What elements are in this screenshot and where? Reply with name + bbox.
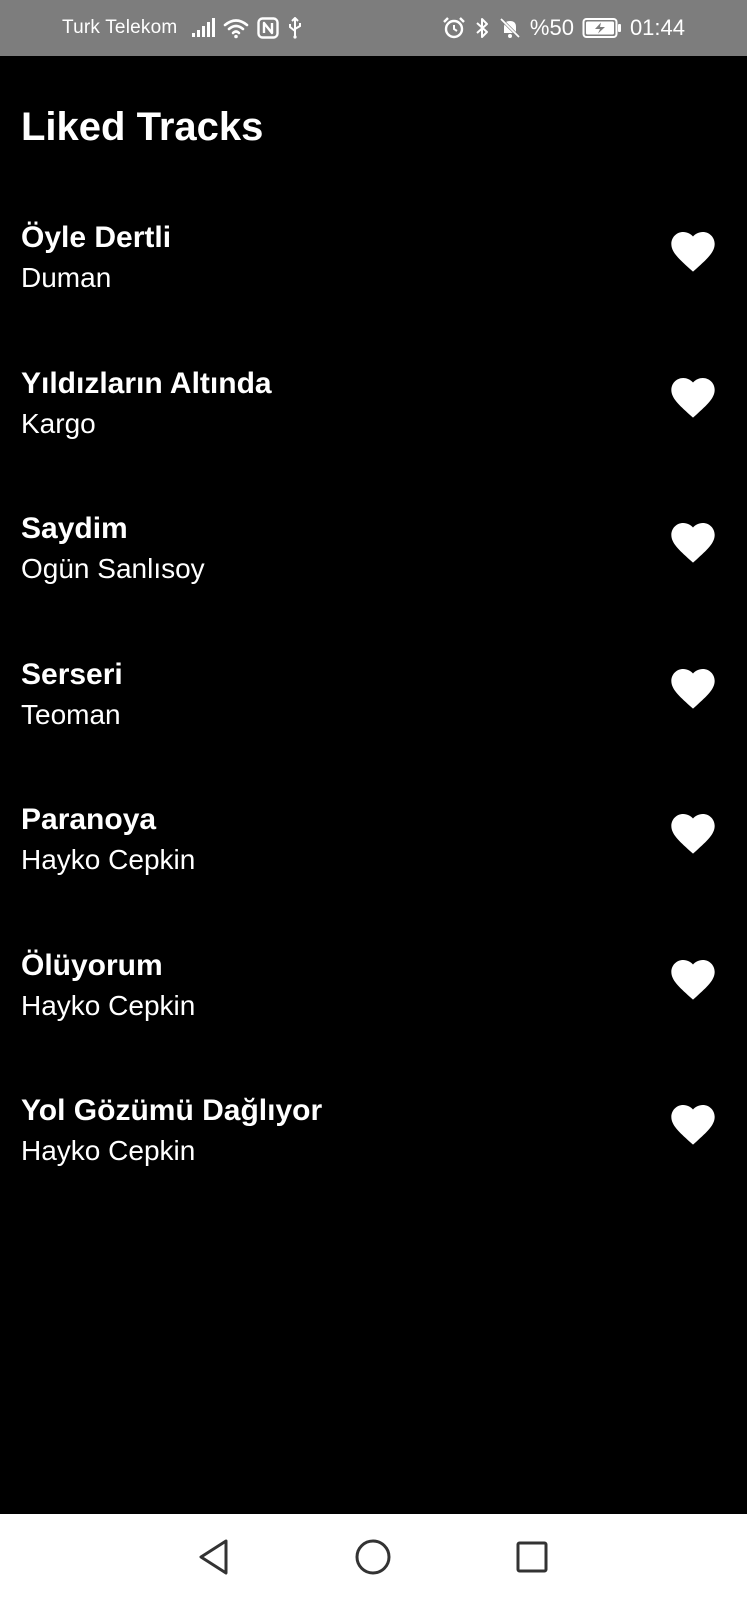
like-button[interactable] <box>664 806 722 858</box>
usb-icon <box>287 17 303 39</box>
recents-square-icon <box>516 1541 548 1573</box>
clock: 01:44 <box>629 15 685 40</box>
wifi-icon <box>223 17 249 39</box>
back-button[interactable] <box>192 1535 236 1579</box>
track-title: Yol Gözümü Dağlıyor <box>21 1094 323 1127</box>
home-circle-icon <box>355 1539 391 1575</box>
track-title: Ölüyorum <box>21 948 163 982</box>
status-bar-right: %50 01:44 <box>442 0 685 56</box>
track-item[interactable]: Paranoya Hayko Cepkin <box>0 792 747 938</box>
nfc-icon <box>257 17 280 39</box>
battery-icon <box>582 17 622 39</box>
track-list: Öyle Dertli Duman Yıldızların Altında Ka… <box>0 210 747 1229</box>
recents-button[interactable] <box>510 1535 554 1579</box>
heart-icon <box>671 814 715 854</box>
alarm-icon <box>442 16 466 40</box>
track-title: Öyle Dertli <box>21 221 172 254</box>
navigation-bar <box>0 1514 747 1600</box>
track-item[interactable]: Öyle Dertli Duman <box>0 210 747 356</box>
status-icons-left <box>191 17 303 39</box>
bluetooth-icon <box>474 16 490 40</box>
like-button[interactable] <box>664 661 722 713</box>
home-button[interactable] <box>351 1535 395 1579</box>
app-screen: Turk Telekom %50 01:44 Liked Tracks Öyle… <box>0 0 747 1600</box>
track-title: Paranoya <box>21 803 157 836</box>
heart-icon <box>671 1105 715 1145</box>
track-item[interactable]: Ölüyorum Hayko Cepkin <box>0 938 747 1084</box>
track-item[interactable]: Saydim Ogün Sanlısoy <box>0 501 747 647</box>
track-title: Serseri <box>21 657 123 691</box>
track-item[interactable]: Yol Gözümü Dağlıyor Hayko Cepkin <box>0 1083 747 1229</box>
signal-icon <box>191 18 216 38</box>
like-button[interactable] <box>664 224 722 276</box>
battery-percent: %50 <box>529 15 574 40</box>
heart-icon <box>671 232 715 272</box>
like-button[interactable] <box>664 370 722 422</box>
track-artist: Kargo <box>21 407 96 439</box>
status-bar-left: Turk Telekom <box>62 0 303 56</box>
mute-icon <box>498 16 522 40</box>
heart-icon <box>671 668 715 709</box>
status-bar: Turk Telekom %50 01:44 <box>0 0 747 56</box>
track-artist: Hayko Cepkin <box>21 1135 196 1166</box>
track-item[interactable]: Serseri Teoman <box>0 647 747 793</box>
track-title: Yıldızların Altında <box>21 366 272 400</box>
page-title: Liked Tracks <box>21 105 264 149</box>
heart-icon <box>671 959 715 1000</box>
back-triangle-icon <box>199 1539 228 1575</box>
like-button[interactable] <box>664 1097 722 1149</box>
track-artist: Hayko Cepkin <box>21 844 196 875</box>
track-artist: Duman <box>21 262 112 293</box>
carrier-name: Turk Telekom <box>62 17 178 38</box>
heart-icon <box>671 377 715 418</box>
track-artist: Ogün Sanlısoy <box>21 553 205 584</box>
track-title: Saydim <box>21 512 128 545</box>
track-item[interactable]: Yıldızların Altında Kargo <box>0 356 747 502</box>
track-artist: Teoman <box>21 698 121 730</box>
like-button[interactable] <box>664 515 722 567</box>
like-button[interactable] <box>664 952 722 1004</box>
track-artist: Hayko Cepkin <box>21 989 196 1021</box>
heart-icon <box>671 523 715 563</box>
